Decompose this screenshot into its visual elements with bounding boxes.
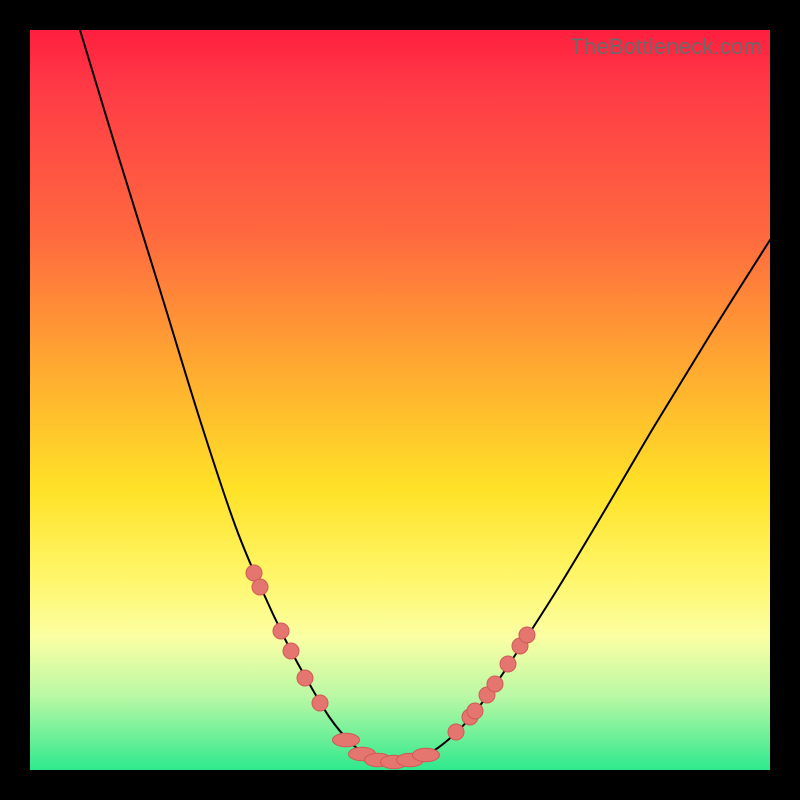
data-point bbox=[273, 623, 289, 639]
sample-dots-trough bbox=[333, 733, 440, 769]
data-point bbox=[519, 627, 535, 643]
data-point bbox=[312, 695, 328, 711]
data-point bbox=[467, 703, 483, 719]
chart-frame: TheBottleneck.com bbox=[0, 0, 800, 800]
data-point bbox=[500, 656, 516, 672]
data-point bbox=[413, 748, 440, 762]
plot-area: TheBottleneck.com bbox=[30, 30, 770, 770]
data-point bbox=[252, 579, 268, 595]
sample-dots-left bbox=[246, 565, 328, 711]
bottleneck-curve bbox=[80, 30, 770, 762]
data-point bbox=[333, 733, 360, 747]
data-point bbox=[487, 676, 503, 692]
data-point bbox=[297, 670, 313, 686]
data-point bbox=[448, 724, 464, 740]
chart-svg bbox=[30, 30, 770, 770]
sample-dots-right bbox=[448, 627, 535, 740]
data-point bbox=[283, 643, 299, 659]
